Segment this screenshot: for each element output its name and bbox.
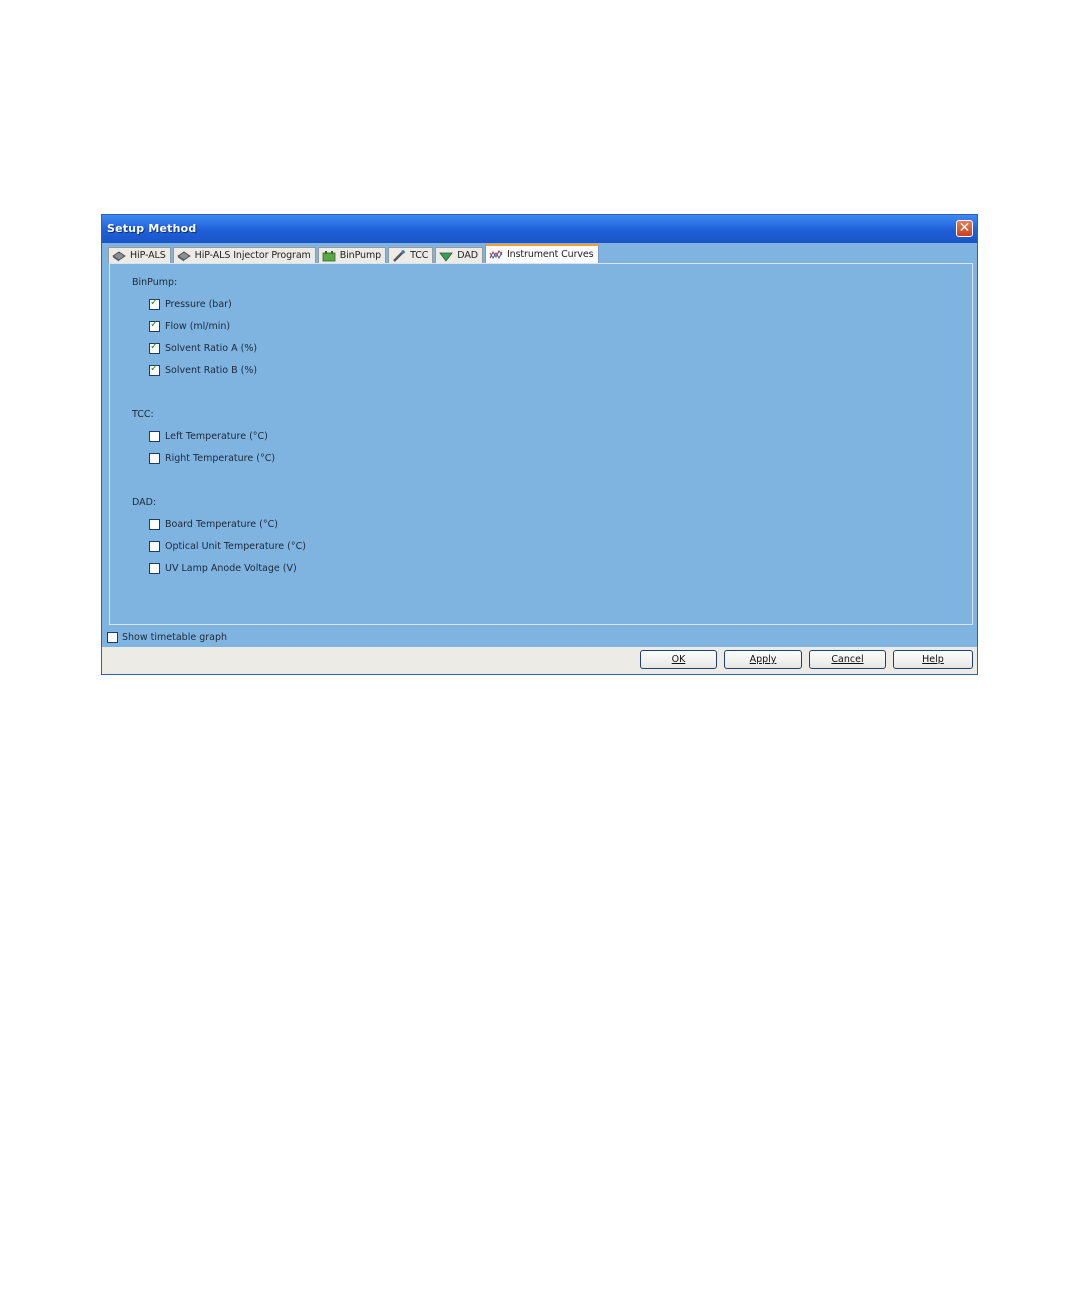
show-timetable-graph-checkbox[interactable]: Show timetable graph <box>107 632 227 643</box>
checkbox-label: Show timetable graph <box>122 632 228 643</box>
tab-label: HiP-ALS Injector Program <box>194 250 311 261</box>
flow-checkbox[interactable]: Flow (ml/min) <box>149 319 231 332</box>
button-bar: OK Apply Cancel Help <box>102 647 977 674</box>
checkbox-box[interactable] <box>149 431 160 442</box>
checkbox-label: Right Temperature (°C) <box>165 453 276 464</box>
window-title: Setup Method <box>107 222 197 235</box>
solvent-ratio-b-checkbox[interactable]: Solvent Ratio B (%) <box>149 363 258 376</box>
close-button[interactable]: ✕ <box>956 220 973 237</box>
optical-unit-temperature-checkbox[interactable]: Optical Unit Temperature (°C) <box>149 541 306 552</box>
setup-method-dialog: Setup Method ✕ HiP-ALS HiP-ALS Injector … <box>101 214 978 675</box>
tab-label: Instrument Curves <box>506 249 594 260</box>
checkbox-box[interactable] <box>149 453 160 464</box>
instrument-curves-panel: BinPump: Pressure (bar) Flow (ml/min) So… <box>109 263 973 625</box>
solvent-ratio-a-checkbox[interactable]: Solvent Ratio A (%) <box>149 341 258 354</box>
pump-icon <box>322 250 336 261</box>
sampler-icon <box>176 251 191 261</box>
tab-tcc[interactable]: TCC <box>388 247 434 263</box>
apply-button[interactable]: Apply <box>724 650 802 669</box>
tab-label: TCC <box>410 250 429 261</box>
checkbox-box[interactable] <box>149 297 160 310</box>
checkbox-label: Board Temperature (°C) <box>165 519 278 530</box>
close-icon: ✕ <box>958 220 971 236</box>
checkbox-label: Solvent Ratio A (%) <box>165 343 258 354</box>
binpump-section-label: BinPump: <box>132 277 178 288</box>
tab-binpump[interactable]: BinPump <box>317 247 387 263</box>
uv-lamp-anode-voltage-checkbox[interactable]: UV Lamp Anode Voltage (V) <box>149 563 297 574</box>
checkbox-box[interactable] <box>149 519 160 530</box>
checkbox-label: Optical Unit Temperature (°C) <box>165 541 306 552</box>
checkbox-box[interactable] <box>149 363 160 376</box>
ok-button[interactable]: OK <box>640 650 717 669</box>
tab-instrument-curves[interactable]: Instrument Curves <box>484 244 599 263</box>
tab-hip-als[interactable]: HiP-ALS <box>108 247 171 263</box>
checkbox-box[interactable] <box>149 341 160 354</box>
help-button[interactable]: Help <box>893 650 973 669</box>
title-bar[interactable]: Setup Method ✕ <box>102 215 977 243</box>
tab-label: DAD <box>457 250 478 261</box>
checkbox-box[interactable] <box>149 319 160 332</box>
tab-label: HiP-ALS <box>130 250 166 261</box>
right-temperature-checkbox[interactable]: Right Temperature (°C) <box>149 453 275 464</box>
checkbox-box[interactable] <box>149 563 160 574</box>
board-temperature-checkbox[interactable]: Board Temperature (°C) <box>149 519 278 530</box>
checkbox-label: Pressure (bar) <box>165 299 232 310</box>
sampler-icon <box>112 251 126 261</box>
checkbox-label: Left Temperature (°C) <box>165 431 268 442</box>
checkbox-box[interactable] <box>149 541 160 552</box>
checkbox-box[interactable] <box>107 632 118 643</box>
detector-icon <box>439 252 454 262</box>
tab-strip: HiP-ALS HiP-ALS Injector Program BinPump… <box>108 244 601 263</box>
cancel-button[interactable]: Cancel <box>809 650 886 669</box>
checkbox-label: Solvent Ratio B (%) <box>165 365 258 376</box>
pressure-checkbox[interactable]: Pressure (bar) <box>149 297 232 310</box>
checkbox-label: Flow (ml/min) <box>165 321 231 332</box>
column-icon <box>393 249 405 262</box>
timetable-strip: Show timetable graph <box>102 629 977 647</box>
tab-label: BinPump <box>339 250 382 261</box>
dad-section-label: DAD: <box>132 497 157 508</box>
curves-icon <box>489 249 503 259</box>
tab-dad[interactable]: DAD <box>435 247 483 263</box>
checkbox-label: UV Lamp Anode Voltage (V) <box>165 563 297 574</box>
left-temperature-checkbox[interactable]: Left Temperature (°C) <box>149 431 268 442</box>
tab-hip-als-injector-program[interactable]: HiP-ALS Injector Program <box>172 247 316 263</box>
tcc-section-label: TCC: <box>132 409 154 420</box>
